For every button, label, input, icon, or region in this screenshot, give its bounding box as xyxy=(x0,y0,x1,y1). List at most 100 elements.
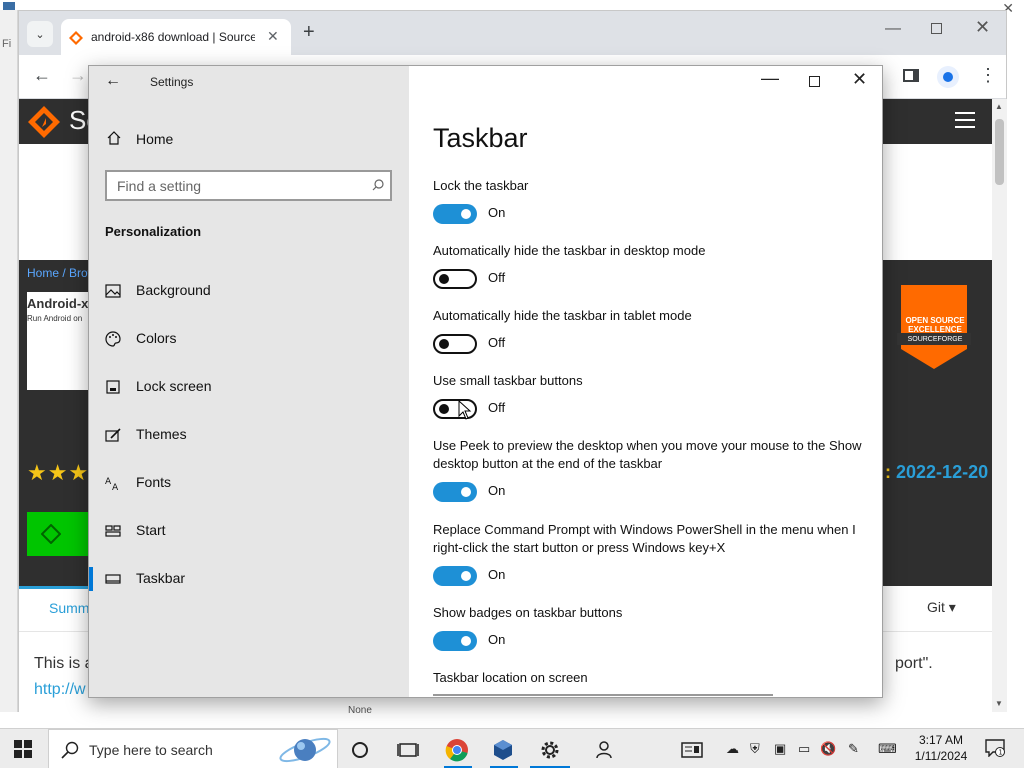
new-tab-button[interactable]: + xyxy=(303,21,315,44)
toggle-state: Off xyxy=(488,335,506,350)
setting-small-buttons: Use small taskbar buttons Off xyxy=(433,372,873,421)
project-title: Android-x xyxy=(27,296,89,311)
settings-maximize-button[interactable] xyxy=(809,76,820,87)
notification-count: 1 xyxy=(998,749,1002,757)
settings-gear-icon[interactable] xyxy=(538,738,562,762)
browser-menu-icon[interactable]: ⋮ xyxy=(979,65,997,86)
pen-icon[interactable]: ✎ xyxy=(848,741,859,757)
network-offline-icon[interactable]: ☁ xyxy=(726,741,739,757)
nav-item-taskbar[interactable]: Taskbar xyxy=(89,559,409,599)
keyboard-icon[interactable]: ⌨ xyxy=(878,741,897,757)
download-button[interactable] xyxy=(27,512,89,556)
toggle-state: Off xyxy=(488,400,506,415)
tab-summary[interactable]: Summ xyxy=(49,600,89,616)
last-update-date: : 2022-12-20 xyxy=(885,462,988,483)
palette-icon xyxy=(105,331,121,347)
scroll-up-icon[interactable]: ▲ xyxy=(995,102,1003,111)
status-text: None xyxy=(348,705,372,716)
back-arrow-icon[interactable]: ← xyxy=(105,72,121,90)
hamburger-menu-icon[interactable] xyxy=(955,112,975,133)
chrome-icon[interactable] xyxy=(445,738,469,762)
autohide-tablet-toggle[interactable] xyxy=(433,334,477,354)
date-prefix: : xyxy=(885,462,891,482)
tab-search-button[interactable]: ⌄ xyxy=(27,21,53,47)
device-icon[interactable]: ▣ xyxy=(774,741,786,757)
toggle-state: On xyxy=(488,632,506,647)
virtualbox-icon[interactable] xyxy=(491,738,515,762)
taskbar-location-dropdown[interactable] xyxy=(433,694,773,697)
browser-minimize-button[interactable]: — xyxy=(885,20,901,38)
setting-lock-taskbar: Lock the taskbar On xyxy=(433,177,873,226)
profile-avatar[interactable] xyxy=(937,66,959,88)
setting-autohide-desktop: Automatically hide the taskbar in deskto… xyxy=(433,242,873,291)
mouse-cursor-icon xyxy=(458,400,472,420)
scroll-down-icon[interactable]: ▼ xyxy=(995,699,1003,708)
sourceforge-logo-icon[interactable] xyxy=(27,105,61,139)
peek-toggle[interactable] xyxy=(433,482,477,502)
page-scrollbar-thumb[interactable] xyxy=(995,119,1004,185)
nav-item-colors[interactable]: Colors xyxy=(89,319,409,359)
setting-badges: Show badges on taskbar buttons On xyxy=(433,604,873,653)
nav-item-themes[interactable]: Themes xyxy=(89,415,409,455)
security-shield-icon[interactable]: ⛨ xyxy=(750,741,760,757)
setting-powershell: Replace Command Prompt with Windows Powe… xyxy=(433,521,873,588)
task-view-icon[interactable] xyxy=(396,738,420,762)
page-scrollbar[interactable] xyxy=(992,99,1007,712)
active-tab-indicator xyxy=(19,586,91,589)
home-link[interactable]: Home xyxy=(136,131,173,147)
browser-maximize-button[interactable] xyxy=(931,23,942,34)
toggle-state: On xyxy=(488,483,506,498)
nav-item-label: Background xyxy=(136,282,211,298)
setting-label: Use small taskbar buttons xyxy=(433,373,583,388)
setting-label: Taskbar location on screen xyxy=(433,670,588,685)
tab-close-icon[interactable]: ✕ xyxy=(267,28,279,45)
description-text: This is a xyxy=(34,655,94,672)
themes-icon xyxy=(105,428,121,442)
windows-start-icon[interactable] xyxy=(14,740,32,758)
nav-item-label: Start xyxy=(136,522,166,538)
active-indicator xyxy=(89,567,93,591)
settings-window: ← Settings Home Find a setting Personali… xyxy=(88,65,883,698)
autohide-desktop-toggle[interactable] xyxy=(433,269,477,289)
setting-location: Taskbar location on screen xyxy=(433,669,873,687)
rating-stars: ★★★ xyxy=(27,460,90,485)
display-icon[interactable]: ▭ xyxy=(798,741,810,757)
nav-item-fonts[interactable]: AA Fonts xyxy=(89,463,409,503)
browser-tab[interactable]: android-x86 download | SourceForge.net ✕ xyxy=(61,19,291,55)
tab-strip: ⌄ android-x86 download | SourceForge.net… xyxy=(19,11,1006,55)
powershell-toggle[interactable] xyxy=(433,566,477,586)
cortana-icon[interactable] xyxy=(348,738,372,762)
settings-window-title: Settings xyxy=(150,75,194,89)
lock-taskbar-toggle[interactable] xyxy=(433,204,477,224)
system-clock[interactable]: 3:17 AM 1/11/2024 xyxy=(912,732,970,764)
volume-muted-icon[interactable]: 🔇 xyxy=(820,741,836,757)
home-icon[interactable] xyxy=(107,131,121,145)
toggle-state: On xyxy=(488,205,506,220)
search-highlight-image xyxy=(279,737,331,763)
fonts-icon: AA xyxy=(105,477,119,491)
taskbar-search-box[interactable]: Type here to search xyxy=(48,729,338,768)
settings-close-button[interactable]: ✕ xyxy=(852,69,867,90)
tab-git[interactable]: Git ▾ xyxy=(927,599,956,616)
people-icon[interactable] xyxy=(594,738,618,762)
description-link[interactable]: http://w xyxy=(34,681,86,699)
nav-item-lock-screen[interactable]: Lock screen xyxy=(89,367,409,407)
news-widget-icon[interactable] xyxy=(680,738,704,762)
clock-date: 1/11/2024 xyxy=(914,749,968,763)
nav-item-background[interactable]: Background xyxy=(89,271,409,311)
setting-label: Use Peek to preview the desktop when you… xyxy=(433,438,862,471)
sourceforge-favicon-icon xyxy=(69,31,83,45)
browser-close-button[interactable]: ✕ xyxy=(975,17,990,38)
back-arrow-icon[interactable]: ← xyxy=(33,65,51,86)
side-panel-icon[interactable] xyxy=(903,69,919,82)
nav-item-label: Themes xyxy=(136,426,187,442)
forward-arrow-icon[interactable]: → xyxy=(69,65,87,86)
settings-minimize-button[interactable]: — xyxy=(761,68,779,89)
badges-toggle[interactable] xyxy=(433,631,477,651)
taskbar-search-placeholder: Type here to search xyxy=(89,742,213,758)
find-setting-input[interactable]: Find a setting xyxy=(105,170,392,201)
nav-item-start[interactable]: Start xyxy=(89,511,409,551)
notification-center-icon[interactable]: 1 xyxy=(985,739,1005,757)
host-file-menu[interactable]: Fi xyxy=(2,38,11,50)
download-icon xyxy=(41,524,61,544)
